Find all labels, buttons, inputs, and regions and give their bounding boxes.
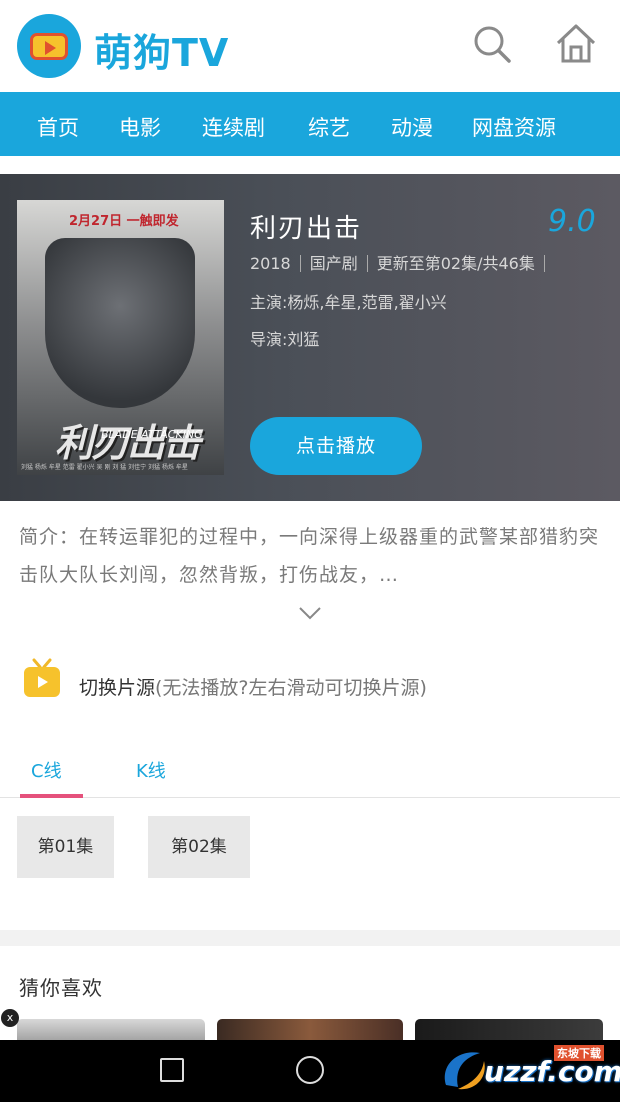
movie-region: 国产剧 [309, 254, 358, 273]
movie-year: 2018 [250, 254, 291, 273]
movie-score: 9.0 [548, 204, 596, 239]
active-tab-indicator [20, 794, 83, 798]
movie-hero: 2月27日 一触即发 利刃出击 BLADE ATTACKING 刘猛 杨烁 牟星… [0, 174, 620, 501]
nav-item-cloud[interactable]: 网盘资源 [472, 112, 556, 142]
recent-apps-icon[interactable] [160, 1058, 184, 1082]
movie-cast: 主演:杨烁,牟星,范雷,翟小兴 [250, 293, 447, 312]
movie-update: 更新至第02集/共46集 [376, 254, 535, 273]
source-switch-hint: (无法播放?左右滑动可切换片源) [155, 677, 427, 699]
tab-k-line[interactable]: K线 [136, 757, 166, 783]
movie-meta: 2018 国产剧 更新至第02集/共46集 [250, 250, 554, 274]
poster-subtitle: BLADE ATTACKING [101, 428, 203, 441]
source-switch-title: 切换片源(无法播放?左右滑动可切换片源) [79, 673, 427, 700]
episode-button-1[interactable]: 第01集 [17, 816, 114, 878]
recommend-title: 猜你喜欢 [19, 976, 103, 1000]
tv-icon [24, 658, 60, 697]
nav-item-series[interactable]: 连续剧 [202, 112, 265, 142]
play-button[interactable]: 点击播放 [250, 417, 422, 475]
movie-title: 利刃出击 [250, 214, 363, 244]
watermark-logo: uzzf.com 东坡下载 [436, 1043, 620, 1099]
home-icon[interactable] [555, 22, 597, 64]
synopsis-text: 简介：在转运罪犯的过程中，一向深得上级器重的武警某部猎豹突击队大队长刘闯，忽然背… [19, 526, 600, 586]
source-switch-label: 切换片源 [79, 677, 156, 699]
movie-director: 导演:刘猛 [250, 330, 320, 349]
logo-icon[interactable] [17, 14, 81, 78]
chevron-down-icon[interactable] [298, 600, 322, 624]
watermark-subtext: 东坡下载 [554, 1045, 604, 1061]
poster-credits: 刘猛 杨烁 牟星 范雷 翟小兴 吴 刚 刘 猛 刘佳宁 刘猛 杨烁 牟星 [21, 464, 188, 471]
nav-item-anime[interactable]: 动漫 [391, 112, 433, 142]
brand-name[interactable]: 萌狗TV [94, 22, 229, 77]
nav-item-home[interactable]: 首页 [37, 112, 79, 142]
poster-artwork [45, 238, 195, 408]
section-divider [0, 930, 620, 946]
home-circle-icon[interactable] [296, 1056, 324, 1084]
app-page: 萌狗TV 首页 电影 连续剧 综艺 动漫 网盘资源 2月27日 一触即发 利刃出… [0, 0, 620, 1102]
source-tabs: C线 K线 [0, 742, 620, 798]
top-header: 萌狗TV [0, 0, 620, 92]
search-icon[interactable] [472, 24, 512, 64]
poster-date: 2月27日 一触即发 [69, 214, 179, 229]
close-ad-button[interactable]: x [1, 1009, 19, 1027]
tab-c-line[interactable]: C线 [31, 757, 62, 783]
movie-poster: 2月27日 一触即发 利刃出击 BLADE ATTACKING 刘猛 杨烁 牟星… [17, 200, 224, 475]
nav-item-variety[interactable]: 综艺 [308, 112, 350, 142]
category-nav: 首页 电影 连续剧 综艺 动漫 网盘资源 [0, 92, 620, 156]
episode-button-2[interactable]: 第02集 [148, 816, 250, 878]
nav-item-movies[interactable]: 电影 [119, 112, 161, 142]
